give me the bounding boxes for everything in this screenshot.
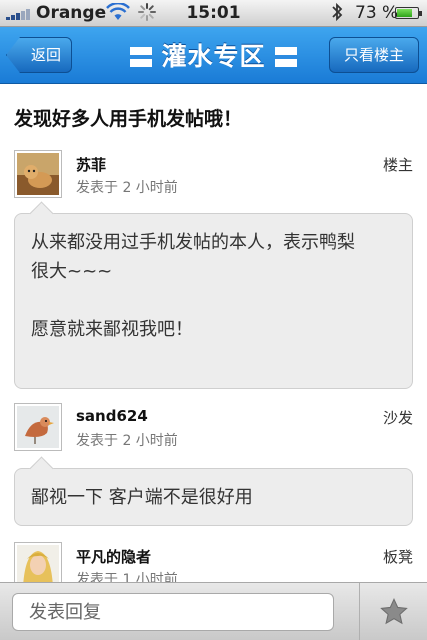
avatar-image-cat <box>17 153 59 195</box>
flag-decoration-icon <box>275 47 298 67</box>
post-body: 从来都没用过手机发帖的本人，表示鸭梨 很大~~~ 愿意就来鄙视我吧！ <box>14 213 413 389</box>
thread-title: 发现好多人用手机发帖哦！ <box>14 108 243 130</box>
post-author[interactable]: 苏菲 <box>76 154 106 175</box>
avatar-image-bird <box>17 406 59 448</box>
post-body-text: 从来都没用过手机发帖的本人，表示鸭梨 <box>31 232 355 253</box>
favorite-button[interactable] <box>360 583 427 640</box>
battery-icon <box>395 7 422 19</box>
post-body-text: 鄙视一下 客户端不是很好用 <box>31 487 253 508</box>
thread-content[interactable]: 发现好多人用手机发帖哦！ 苏菲 发表于 2 小时前 楼主 从来都没用过手机发帖的… <box>0 84 427 582</box>
bottom-toolbar <box>0 582 427 640</box>
bluetooth-icon <box>330 2 344 27</box>
post-floor-label: 楼主 <box>382 156 413 174</box>
battery-level <box>397 9 412 17</box>
avatar[interactable] <box>14 403 62 451</box>
nav-bar: 返回 灌水专区 只看楼主 <box>0 27 427 84</box>
post-author[interactable]: sand624 <box>76 407 148 425</box>
post-body-text: 很大~~~ <box>31 261 113 282</box>
post-body: 鄙视一下 客户端不是很好用 <box>14 468 413 526</box>
avatar[interactable] <box>14 542 62 582</box>
post-time: 发表于 2 小时前 <box>76 180 178 196</box>
post-time: 发表于 1 小时前 <box>76 572 178 582</box>
post-author[interactable]: 平凡的隐者 <box>76 546 151 567</box>
avatar-image-person <box>17 545 59 582</box>
avatar[interactable] <box>14 150 62 198</box>
page-title-text: 灌水专区 <box>161 42 266 71</box>
reply-input[interactable] <box>12 593 334 631</box>
only-op-button[interactable]: 只看楼主 <box>329 37 419 73</box>
battery-percentage: 73 % <box>355 3 399 23</box>
flag-decoration-icon <box>129 47 152 67</box>
post-time: 发表于 2 小时前 <box>76 433 178 449</box>
post-floor-label: 板凳 <box>382 548 413 566</box>
star-icon <box>379 598 408 625</box>
status-bar: Orange 15:01 73 % <box>0 0 427 27</box>
post-body-text: 愿意就来鄙视我吧！ <box>31 319 193 340</box>
post-floor-label: 沙发 <box>382 409 413 427</box>
